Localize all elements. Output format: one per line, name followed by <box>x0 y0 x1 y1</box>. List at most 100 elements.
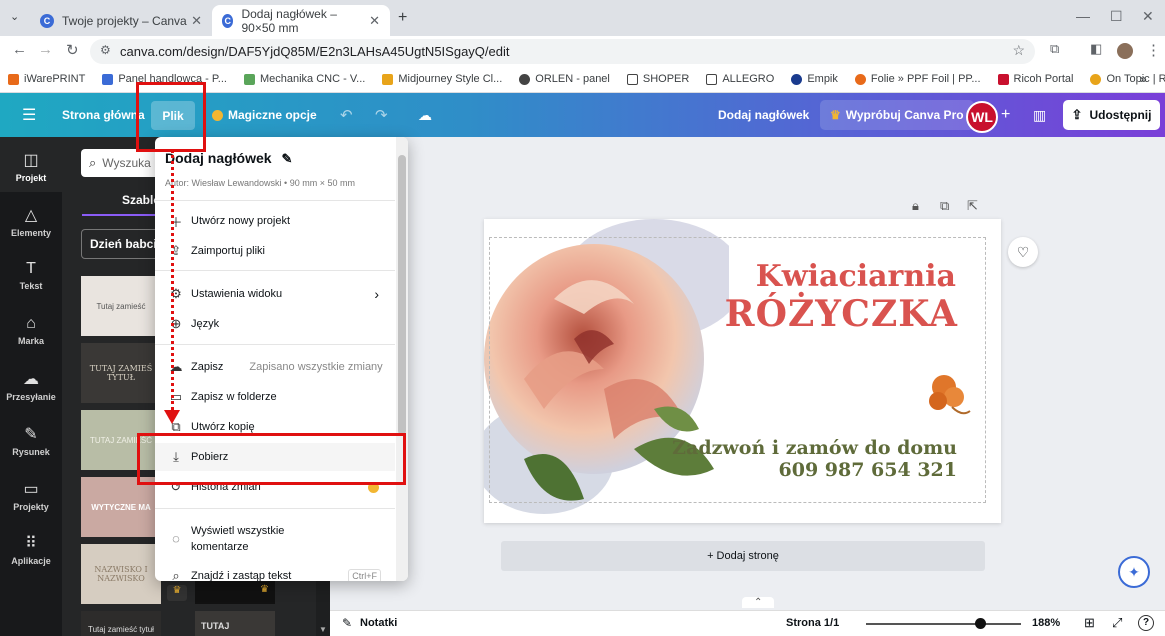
magic-options-button[interactable]: Magiczne opcje <box>212 93 317 137</box>
fullscreen-icon[interactable]: ⤢ <box>1112 615 1122 631</box>
help-button[interactable]: ? <box>1138 615 1154 631</box>
cloud-saved-icon[interactable]: ☁ <box>418 93 432 137</box>
folder-icon <box>706 73 718 85</box>
edit-pencil-icon[interactable]: ✎ <box>281 151 292 166</box>
zoom-level[interactable]: 188% <box>1032 617 1060 629</box>
folder-icon <box>626 73 638 85</box>
menu-scrollbar[interactable] <box>396 137 408 581</box>
bookmark-item[interactable]: Midjourney Style Cl... <box>382 73 502 85</box>
browser-tab-design[interactable]: C Dodaj nagłówek – 90×50 mm ✕ <box>212 5 390 36</box>
user-avatar[interactable]: WL <box>966 101 998 133</box>
filter-chip[interactable]: Dzień babci <box>81 229 161 259</box>
duplicate-page-icon[interactable]: ⧉ <box>940 198 949 214</box>
bookmark-label: ORLEN - panel <box>535 73 610 85</box>
sidebar-item-rysunek[interactable]: ✎ Rysunek <box>0 424 62 457</box>
tab-title: Twoje projekty – Canva <box>62 13 187 28</box>
try-pro-button[interactable]: ♛ Wypróbuj Canva Pro <box>820 100 974 130</box>
menu-item-find-replace[interactable]: ⌕ Znajdź i zastąp tekst Ctrl+F <box>155 562 395 581</box>
cloud-icon: ☁ <box>169 359 183 374</box>
bookmark-item[interactable]: iWarePRINT <box>8 73 85 85</box>
menu-design-title[interactable]: Dodaj nagłówek ✎ <box>165 150 292 167</box>
template-thumbnail[interactable]: TUTAJ ZAMIEŚ TYTUŁ <box>81 343 161 403</box>
chevron-up-icon[interactable]: ⌃ <box>742 597 775 608</box>
add-page-icon[interactable]: ⇱ <box>967 198 978 214</box>
insights-chart-icon[interactable]: ▥ <box>1033 93 1046 137</box>
sidebar-item-marka[interactable]: ⌂ Marka <box>0 315 62 346</box>
menu-item-import[interactable]: ⇪ Zaimportuj pliki <box>155 237 395 265</box>
browser-tab-projects[interactable]: C Twoje projekty – Canva ✕ <box>30 5 212 36</box>
bookmark-item[interactable]: Empik <box>791 73 838 85</box>
orange-flower-graphic[interactable] <box>922 369 977 424</box>
menu-hamburger-icon[interactable]: ☰ <box>22 93 36 137</box>
card-title-line2[interactable]: RÓŻYCZKA <box>725 293 958 335</box>
template-thumbnail[interactable]: Tutaj zamieść tytuł <box>81 611 161 636</box>
redo-icon[interactable]: ↷ <box>375 93 388 137</box>
menu-item-save-to-folder[interactable]: ▭ Zapisz w folderze <box>155 383 395 411</box>
template-thumbnail[interactable]: TUTAJ <box>195 611 275 636</box>
home-button[interactable]: Strona główna <box>62 93 145 137</box>
card-title-line1[interactable]: Kwiaciarnia <box>756 259 956 294</box>
close-tab-icon[interactable]: ✕ <box>191 13 202 29</box>
tab-search-icon[interactable]: ⌄ <box>10 10 19 23</box>
menu-scroll-thumb[interactable] <box>398 155 406 435</box>
template-thumbnail[interactable]: Tutaj zamieść <box>81 276 161 336</box>
maximize-icon[interactable]: ☐ <box>1110 8 1123 25</box>
more-bookmarks-icon[interactable]: » <box>1140 72 1147 86</box>
close-tab-icon[interactable]: ✕ <box>369 13 380 29</box>
menu-item-language[interactable]: ⊕ Język <box>155 310 395 338</box>
bookmark-item[interactable]: On Topic | Ricoh Bu... <box>1090 73 1165 85</box>
template-search-input[interactable]: ⌕ Wyszuka <box>81 149 161 177</box>
grid-view-icon[interactable]: ⊞ <box>1084 615 1095 631</box>
bookmark-item[interactable]: Folie » PPF Foil | PP... <box>854 73 981 85</box>
menu-item-view-settings[interactable]: ⚙ Ustawienia widoku › <box>155 280 395 308</box>
document-title[interactable]: Dodaj nagłówek <box>718 93 809 137</box>
add-comment-icon[interactable]: ♡ <box>1008 237 1038 267</box>
url-field[interactable]: ⚙ canva.com/design/DAF5YjdQ85M/E2n3LAHsA… <box>90 39 1035 64</box>
add-page-button[interactable]: + Dodaj stronę <box>501 541 985 571</box>
chrome-menu-icon[interactable]: ⋮ <box>1146 41 1161 59</box>
menu-item-view-comments[interactable]: ◌ Wyświetl wszystkie komentarze <box>155 518 395 558</box>
sidebar-item-tekst[interactable]: T Tekst <box>0 260 62 291</box>
close-window-icon[interactable]: ✕ <box>1142 8 1154 25</box>
profile-avatar[interactable] <box>1117 43 1133 59</box>
scroll-down-icon[interactable]: ▼ <box>319 625 327 634</box>
bookmark-item[interactable]: Ricoh Portal <box>997 73 1073 85</box>
minimize-icon[interactable]: — <box>1076 8 1090 24</box>
template-thumbnail[interactable]: NAZWISKO I NAZWISKO <box>81 544 161 604</box>
card-phone-text[interactable]: 609 987 654 321 <box>779 459 958 481</box>
notes-button[interactable]: Notatki <box>360 617 397 629</box>
bookmark-favicon-icon <box>8 73 19 85</box>
template-thumbnail[interactable]: WYTYCZNE MA <box>81 477 161 537</box>
sidebar-item-aplikacje[interactable]: ⠿ Aplikacje <box>0 533 62 566</box>
forward-icon[interactable]: → <box>38 41 53 58</box>
bookmark-star-icon[interactable]: ☆ <box>1012 42 1025 59</box>
sidebar-item-elementy[interactable]: △ Elementy <box>0 205 62 238</box>
new-tab-icon[interactable]: + <box>398 9 407 27</box>
reload-icon[interactable]: ↻ <box>66 41 79 59</box>
card-call-text[interactable]: Zadzwoń i zamów do domu <box>672 437 957 459</box>
menu-item-save[interactable]: ☁ Zapisz Zapisano wszystkie zmiany <box>155 353 395 381</box>
sidebar-item-projekt[interactable]: ◫ Projekt <box>0 150 62 183</box>
zoom-slider-track[interactable] <box>866 623 1021 625</box>
lock-icon[interactable]: 🔒︎ <box>912 198 919 214</box>
zoom-slider-handle[interactable] <box>975 618 986 629</box>
bookmark-item[interactable]: Mechanika CNC - V... <box>243 73 365 85</box>
share-button[interactable]: ⇪ Udostępnij <box>1063 100 1160 130</box>
bookmark-folder[interactable]: ALLEGRO <box>706 73 774 85</box>
bookmark-folder[interactable]: SHOPER <box>626 73 689 85</box>
site-settings-icon[interactable]: ⚙ <box>100 43 111 57</box>
business-card-page[interactable]: Kwiaciarnia RÓŻYCZKA Zadzwoń i zamów do … <box>484 219 1001 523</box>
menu-item-new-design[interactable]: ＋ Utwórz nowy projekt <box>155 207 395 235</box>
undo-icon[interactable]: ↶ <box>340 93 353 137</box>
magic-assistant-icon[interactable]: ✦ <box>1118 556 1150 588</box>
bookmark-item[interactable]: ORLEN - panel <box>519 73 610 85</box>
back-icon[interactable]: ← <box>12 41 27 58</box>
sidebar-item-projekty[interactable]: ▭ Projekty <box>0 479 62 512</box>
page-indicator[interactable]: Strona 1/1 <box>786 617 839 629</box>
template-thumbnail-dark[interactable]: ♛ <box>195 577 275 604</box>
template-thumb-text: TUTAJ ZAMIEŚ TYTUŁ <box>89 364 153 382</box>
add-collaborator-icon[interactable]: + <box>1001 93 1010 137</box>
side-panel-icon[interactable]: ◧ <box>1090 41 1102 57</box>
sidebar-item-przesylanie[interactable]: ☁ Przesyłanie <box>0 369 62 402</box>
extensions-icon[interactable]: ⧉ <box>1050 41 1059 57</box>
